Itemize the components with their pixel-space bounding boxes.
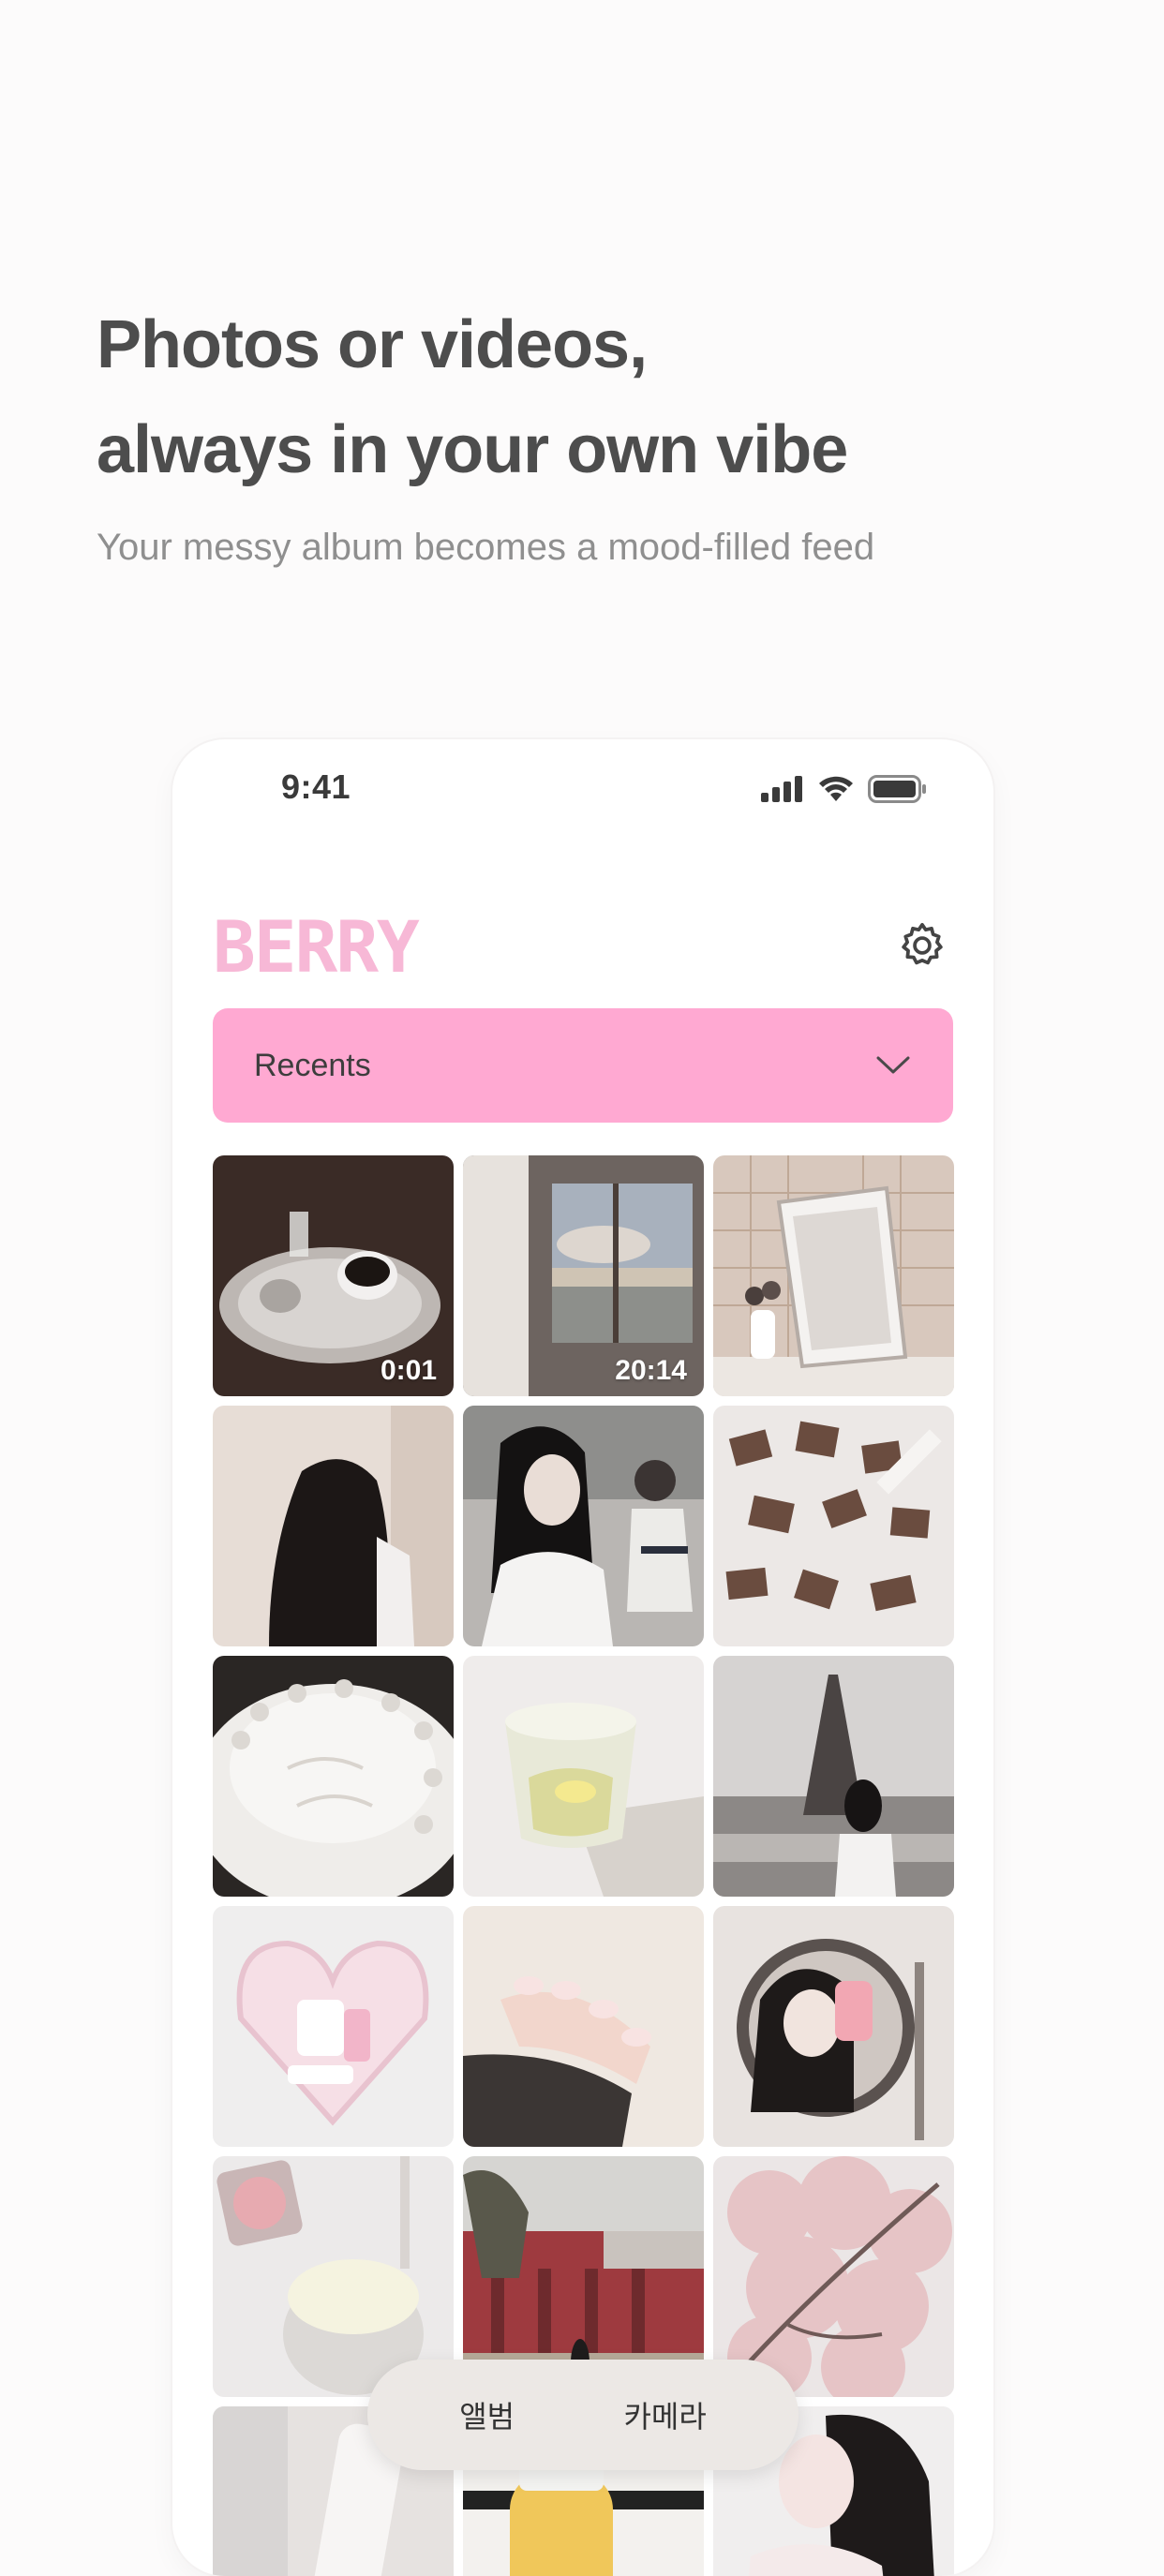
photo-tile[interactable]: 0:01 [213,1155,454,1396]
video-duration: 0:01 [380,1355,437,1386]
hero-headline: Photos or videos, always in your own vib… [97,292,1071,502]
photo-thumbnail [463,1906,704,2147]
photo-tile[interactable] [713,1155,954,1396]
gear-icon [902,922,943,965]
photo-thumbnail [713,1406,954,1646]
photo-tile[interactable] [213,1906,454,2147]
photo-tile[interactable] [213,1656,454,1897]
status-time: 9:41 [281,767,351,806]
tab-album[interactable]: 앨범 [440,2384,533,2446]
status-icons [761,775,928,803]
photo-tile[interactable] [463,1656,704,1897]
photo-thumbnail [713,1656,954,1897]
photo-tile[interactable] [713,1906,954,2147]
hero-subtitle: Your messy album becomes a mood-filled f… [97,527,875,568]
photo-tile[interactable] [463,1906,704,2147]
photo-thumbnail [213,1406,454,1646]
photo-tile[interactable] [463,1406,704,1646]
photo-thumbnail [713,1155,954,1396]
tab-camera[interactable]: 카메라 [604,2384,724,2446]
photo-thumbnail [713,1906,954,2147]
wifi-icon [819,776,853,801]
photo-thumbnail [213,1656,454,1897]
battery-icon [868,775,926,803]
photo-tile[interactable]: 20:14 [463,1155,704,1396]
photo-thumbnail [463,1406,704,1646]
hero-headline-line2: always in your own vibe [97,412,848,487]
chevron-down-icon [876,1056,910,1074]
album-selector[interactable]: Recents [213,1008,953,1123]
bottom-tab-bar: 앨범 카메라 [367,2360,798,2470]
hero-headline-line1: Photos or videos, [97,307,648,382]
album-selector-label: Recents [254,1047,371,1083]
photo-tile[interactable] [713,1656,954,1897]
app-logo-text: BERRY [213,917,420,979]
photo-thumbnail [213,1906,454,2147]
photo-tile[interactable] [213,1406,454,1646]
video-duration: 20:14 [615,1355,687,1386]
phone-mockup: 9:41 BERRY Recents 0:01 20:14 앨범 카메라 [172,739,993,2576]
app-logo: BERRY [213,917,438,979]
settings-button[interactable] [894,917,950,974]
photo-thumbnail [463,1656,704,1897]
photo-tile[interactable] [713,1406,954,1646]
signal-icon [761,776,802,802]
